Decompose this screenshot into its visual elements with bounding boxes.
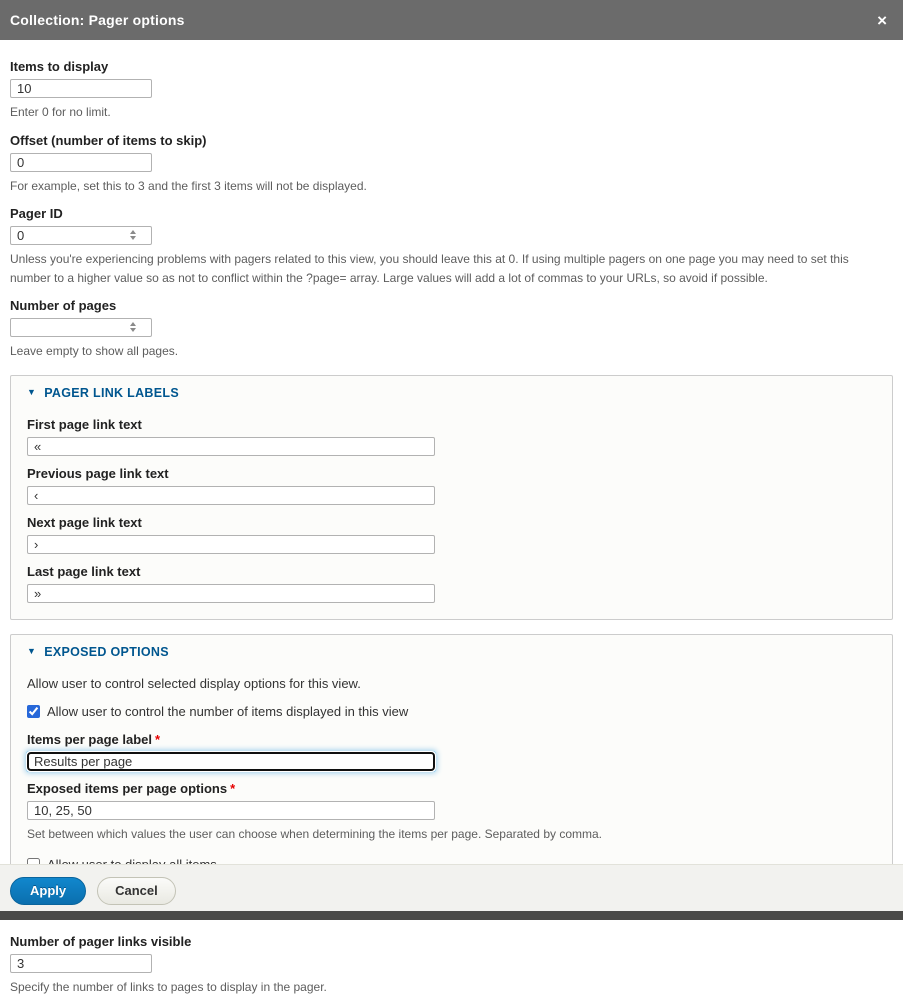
number-of-pages-input-wrap <box>10 318 152 337</box>
number-spinner-icon[interactable] <box>130 322 136 332</box>
field-number-of-pages: Number of pages Leave empty to show all … <box>10 298 893 361</box>
fieldset-pager-link-labels: ▼ PAGER LINK LABELS First page link text… <box>10 375 893 620</box>
field-last-page-link-text: Last page link text <box>27 564 876 603</box>
dialog-titlebar: Collection: Pager options × <box>0 0 903 40</box>
items-to-display-description: Enter 0 for no limit. <box>10 103 890 122</box>
exposed-options-intro: Allow user to control selected display o… <box>27 676 876 691</box>
offset-label: Offset (number of items to skip) <box>10 133 893 149</box>
pager-options-dialog: Collection: Pager options × Items to dis… <box>0 0 903 996</box>
pager-links-visible-description: Specify the number of links to pages to … <box>10 978 890 996</box>
exposed-items-options-input[interactable] <box>27 801 435 820</box>
last-page-link-input[interactable] <box>27 584 435 603</box>
dialog-body: Items to display Enter 0 for no limit. O… <box>0 40 903 996</box>
collapse-arrow-icon: ▼ <box>27 647 36 656</box>
dialog-bottom-area: Apply Cancel <box>0 864 903 920</box>
items-per-page-label-text: Items per page label <box>27 732 152 747</box>
offset-input[interactable] <box>10 153 152 172</box>
field-exposed-items-per-page-options: Exposed items per page options* Set betw… <box>27 781 876 844</box>
previous-page-link-input[interactable] <box>27 486 435 505</box>
field-pager-id: Pager ID Unless you're experiencing prob… <box>10 206 893 287</box>
number-spinner-icon[interactable] <box>130 230 136 240</box>
field-previous-page-link-text: Previous page link text <box>27 466 876 505</box>
pager-links-visible-input-wrap <box>10 954 152 973</box>
page-underlay-bar <box>0 911 903 920</box>
items-per-page-label: Items per page label* <box>27 732 876 748</box>
number-of-pages-description: Leave empty to show all pages. <box>10 342 890 361</box>
last-page-link-label: Last page link text <box>27 564 876 580</box>
first-page-link-label: First page link text <box>27 417 876 433</box>
apply-button[interactable]: Apply <box>10 877 86 905</box>
exposed-options-legend-label: EXPOSED OPTIONS <box>44 645 169 659</box>
field-first-page-link-text: First page link text <box>27 417 876 456</box>
dialog-title: Collection: Pager options <box>10 12 185 28</box>
pager-link-labels-legend-label: PAGER LINK LABELS <box>44 386 179 400</box>
field-next-page-link-text: Next page link text <box>27 515 876 554</box>
control-items-checkbox[interactable] <box>27 705 40 718</box>
field-items-to-display: Items to display Enter 0 for no limit. <box>10 59 893 122</box>
exposed-options-legend[interactable]: ▼ EXPOSED OPTIONS <box>27 645 876 659</box>
exposed-items-options-label-text: Exposed items per page options <box>27 781 227 796</box>
offset-input-wrap <box>10 153 152 172</box>
exposed-items-options-label: Exposed items per page options* <box>27 781 876 797</box>
first-page-link-input[interactable] <box>27 437 435 456</box>
items-to-display-input-wrap <box>10 79 152 98</box>
items-to-display-label: Items to display <box>10 59 893 75</box>
field-offset: Offset (number of items to skip) For exa… <box>10 133 893 196</box>
required-marker: * <box>230 781 235 796</box>
previous-page-link-label: Previous page link text <box>27 466 876 482</box>
items-per-page-label-input[interactable] <box>27 752 435 771</box>
field-items-per-page-label: Items per page label* <box>27 732 876 771</box>
collapse-arrow-icon: ▼ <box>27 388 36 397</box>
next-page-link-label: Next page link text <box>27 515 876 531</box>
pager-links-visible-label: Number of pager links visible <box>10 934 893 950</box>
pager-links-visible-input[interactable] <box>10 954 152 973</box>
number-of-pages-label: Number of pages <box>10 298 893 314</box>
checkbox-row-control-items: Allow user to control the number of item… <box>27 704 876 719</box>
dialog-footer: Apply Cancel <box>0 864 903 911</box>
close-icon[interactable]: × <box>873 10 891 31</box>
pager-id-label: Pager ID <box>10 206 893 222</box>
required-marker: * <box>155 732 160 747</box>
next-page-link-input[interactable] <box>27 535 435 554</box>
pager-id-description: Unless you're experiencing problems with… <box>10 250 890 287</box>
pager-link-labels-legend[interactable]: ▼ PAGER LINK LABELS <box>27 386 876 400</box>
exposed-items-options-description: Set between which values the user can ch… <box>27 825 876 844</box>
pager-id-input-wrap <box>10 226 152 245</box>
cancel-button[interactable]: Cancel <box>97 877 176 905</box>
offset-description: For example, set this to 3 and the first… <box>10 177 890 196</box>
field-number-of-pager-links: Number of pager links visible Specify th… <box>10 934 893 996</box>
control-items-checkbox-label[interactable]: Allow user to control the number of item… <box>47 704 408 719</box>
items-to-display-input[interactable] <box>10 79 152 98</box>
